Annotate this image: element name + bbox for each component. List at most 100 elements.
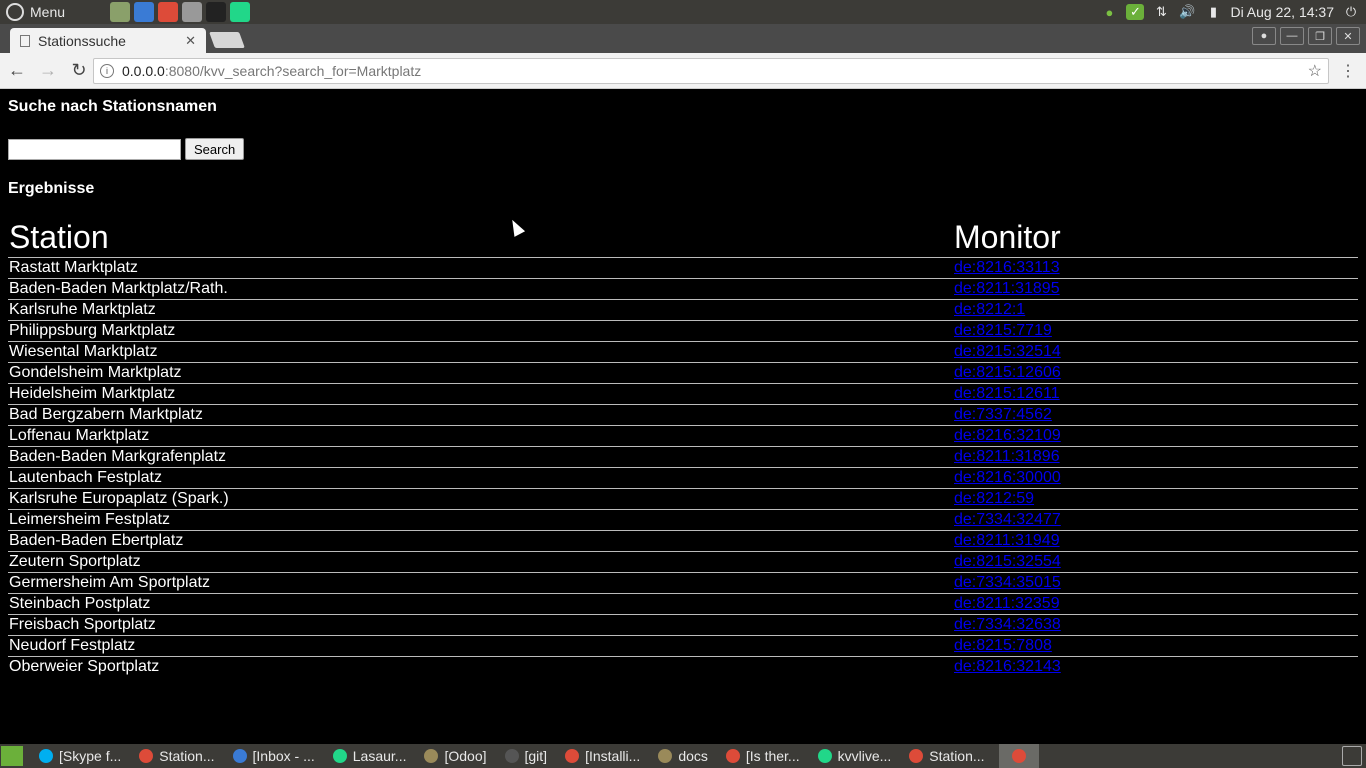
results-table: Station Monitor Rastatt Marktplatz de:821… xyxy=(8,218,1358,677)
close-window-button[interactable]: ✕ xyxy=(1336,27,1360,45)
monitor-link[interactable]: de:8211:32359 xyxy=(954,595,1060,612)
launcher-bar xyxy=(110,2,250,22)
tab-stationssuche[interactable]: Stationssuche ✕ xyxy=(10,28,206,53)
calculator-icon[interactable] xyxy=(182,2,202,22)
back-arrow-icon[interactable]: ← xyxy=(3,57,31,85)
power-icon[interactable]: ⏻ xyxy=(1342,4,1360,20)
chrome-icon[interactable] xyxy=(158,2,178,22)
page-content: Suche nach Stationsnamen Search Ergebnis… xyxy=(0,90,1366,744)
search-button[interactable]: Search xyxy=(185,138,245,160)
clock[interactable]: Di Aug 22, 14:37 xyxy=(1230,4,1334,20)
network-transfer-icon[interactable]: ⇅ xyxy=(1152,4,1170,20)
monitor-link[interactable]: de:8216:32109 xyxy=(954,427,1061,444)
taskbar-item[interactable]: Station... xyxy=(135,744,218,768)
monitor-link[interactable]: de:8215:7719 xyxy=(954,322,1052,339)
table-row: Baden-Baden Marktplatz/Rath. de:8211:3189… xyxy=(8,277,1358,299)
station-name: Germersheim Am Sportplatz xyxy=(8,571,953,593)
taskbar-item-label: Lasaur... xyxy=(352,748,407,764)
taskbar-item-label: [Installi... xyxy=(585,748,641,764)
browser-menu-icon[interactable]: ⋮ xyxy=(1340,61,1356,81)
minimize-button[interactable]: — xyxy=(1280,27,1304,45)
table-row: Neudorf Festplatz de:8215:7808 xyxy=(8,634,1358,656)
monitor-link[interactable]: de:8212:1 xyxy=(954,301,1025,318)
taskbar-item[interactable]: Station... xyxy=(905,744,988,768)
file-manager-icon[interactable] xyxy=(110,2,130,22)
monitor-link[interactable]: de:8215:12606 xyxy=(954,364,1061,381)
os-top-panel: Menu ● ✓ ⇅ 🔊 ▮ Di Aug 22, 14:37 ⏻ xyxy=(0,0,1366,24)
monitor-link[interactable]: de:8216:30000 xyxy=(954,469,1061,486)
monitor-cell: de:7337:4562 xyxy=(953,403,1358,425)
thunderbird-icon[interactable] xyxy=(134,2,154,22)
table-row: Heidelsheim Marktplatz de:8215:12611 xyxy=(8,382,1358,404)
table-row: Germersheim Am Sportplatz de:7334:35015 xyxy=(8,571,1358,593)
monitor-link[interactable]: de:7334:32638 xyxy=(954,616,1061,633)
table-row: Freisbach Sportplatz de:7334:32638 xyxy=(8,613,1358,635)
taskbar-item[interactable]: Lasaur... xyxy=(329,744,411,768)
search-form: Search xyxy=(8,138,1358,160)
system-tray: ● ✓ ⇅ 🔊 ▮ Di Aug 22, 14:37 ⏻ xyxy=(1100,0,1360,24)
battery-icon[interactable]: ▮ xyxy=(1204,4,1222,20)
address-bar[interactable]: i 0.0.0.0 :8080/kvv_search?search_for=Ma… xyxy=(93,58,1329,84)
station-name: Baden-Baden Markgrafenplatz xyxy=(8,445,953,467)
taskbar-item[interactable] xyxy=(998,744,1039,768)
taskbar-item[interactable]: kvvlive... xyxy=(814,744,896,768)
monitor-cell: de:7334:35015 xyxy=(953,571,1358,593)
show-desktop-button[interactable] xyxy=(1,746,23,766)
monitor-link[interactable]: de:8216:33113 xyxy=(954,259,1060,276)
monitor-cell: de:8212:59 xyxy=(953,487,1358,509)
taskbar-item-label: Station... xyxy=(159,748,215,764)
chrome-icon xyxy=(565,749,580,763)
monitor-link[interactable]: de:7337:4562 xyxy=(954,406,1052,423)
chrome-icon xyxy=(139,749,154,763)
inkscape-icon[interactable] xyxy=(206,2,226,22)
bookmark-star-icon[interactable]: ☆ xyxy=(1308,61,1322,81)
taskbar-item[interactable]: [Skype f... xyxy=(35,744,125,768)
station-name: Karlsruhe Europaplatz (Spark.) xyxy=(8,487,953,509)
table-row: Rastatt Marktplatz de:8216:33113 xyxy=(8,256,1358,278)
taskbar-item[interactable]: [Installi... xyxy=(561,744,644,768)
close-tab-icon[interactable]: ✕ xyxy=(185,33,196,49)
search-input[interactable] xyxy=(8,138,181,160)
forward-arrow-icon[interactable]: → xyxy=(34,57,62,85)
network-manager-icon[interactable]: ● xyxy=(1100,4,1118,20)
monitor-link[interactable]: de:8215:7808 xyxy=(954,637,1052,654)
profile-icon[interactable]: ● xyxy=(1252,27,1276,45)
volume-icon[interactable]: 🔊 xyxy=(1178,4,1196,20)
folder-icon xyxy=(424,749,439,763)
taskbar-item-label: [Odoo] xyxy=(444,748,487,764)
monitor-link[interactable]: de:8211:31896 xyxy=(954,448,1060,465)
monitor-link[interactable]: de:7334:32477 xyxy=(954,511,1061,528)
monitor-link[interactable]: de:8212:59 xyxy=(954,490,1034,507)
task-list: [Skype f... Station... [Inbox - ... Lasaur.… xyxy=(35,744,1039,768)
page-title: Suche nach Stationsnamen xyxy=(8,98,217,115)
terminal-icon xyxy=(504,749,519,763)
taskbar-item[interactable]: [Odoo] xyxy=(420,744,490,768)
pycharm-icon[interactable] xyxy=(230,2,250,22)
monitor-link[interactable]: de:8215:32554 xyxy=(954,553,1061,570)
update-check-icon[interactable]: ✓ xyxy=(1126,4,1145,20)
reload-icon[interactable]: ↻ xyxy=(65,57,93,85)
monitor-link[interactable]: de:8215:12611 xyxy=(954,385,1060,402)
info-icon[interactable]: i xyxy=(100,64,114,78)
restore-button[interactable]: ❐ xyxy=(1308,27,1332,45)
new-tab-button[interactable] xyxy=(209,32,245,48)
table-row: Philippsburg Marktplatz de:8215:7719 xyxy=(8,319,1358,341)
taskbar-item[interactable]: [Is ther... xyxy=(722,744,804,768)
station-name: Gondelsheim Marktplatz xyxy=(8,361,953,383)
menu-button[interactable]: Menu xyxy=(0,3,110,21)
station-name: Oberweier Sportplatz xyxy=(8,655,953,677)
monitor-link[interactable]: de:7334:35015 xyxy=(954,574,1061,591)
table-row: Baden-Baden Ebertplatz de:8211:31949 xyxy=(8,529,1358,551)
taskbar-item[interactable]: [Inbox - ... xyxy=(229,744,319,768)
monitor-link[interactable]: de:8216:32143 xyxy=(954,658,1061,675)
taskbar-item-label: [Skype f... xyxy=(59,748,122,764)
monitor-link[interactable]: de:8211:31895 xyxy=(954,280,1060,297)
monitor-link[interactable]: de:8211:31949 xyxy=(954,532,1060,549)
monitor-cell: de:8216:30000 xyxy=(953,466,1358,488)
folder-icon xyxy=(658,749,673,763)
taskbar-item[interactable]: [git] xyxy=(501,744,552,768)
monitor-link[interactable]: de:8215:32514 xyxy=(954,343,1061,360)
table-row: Karlsruhe Marktplatz de:8212:1 xyxy=(8,298,1358,320)
trash-icon[interactable] xyxy=(1342,746,1362,766)
taskbar-item[interactable]: docs xyxy=(654,744,712,768)
